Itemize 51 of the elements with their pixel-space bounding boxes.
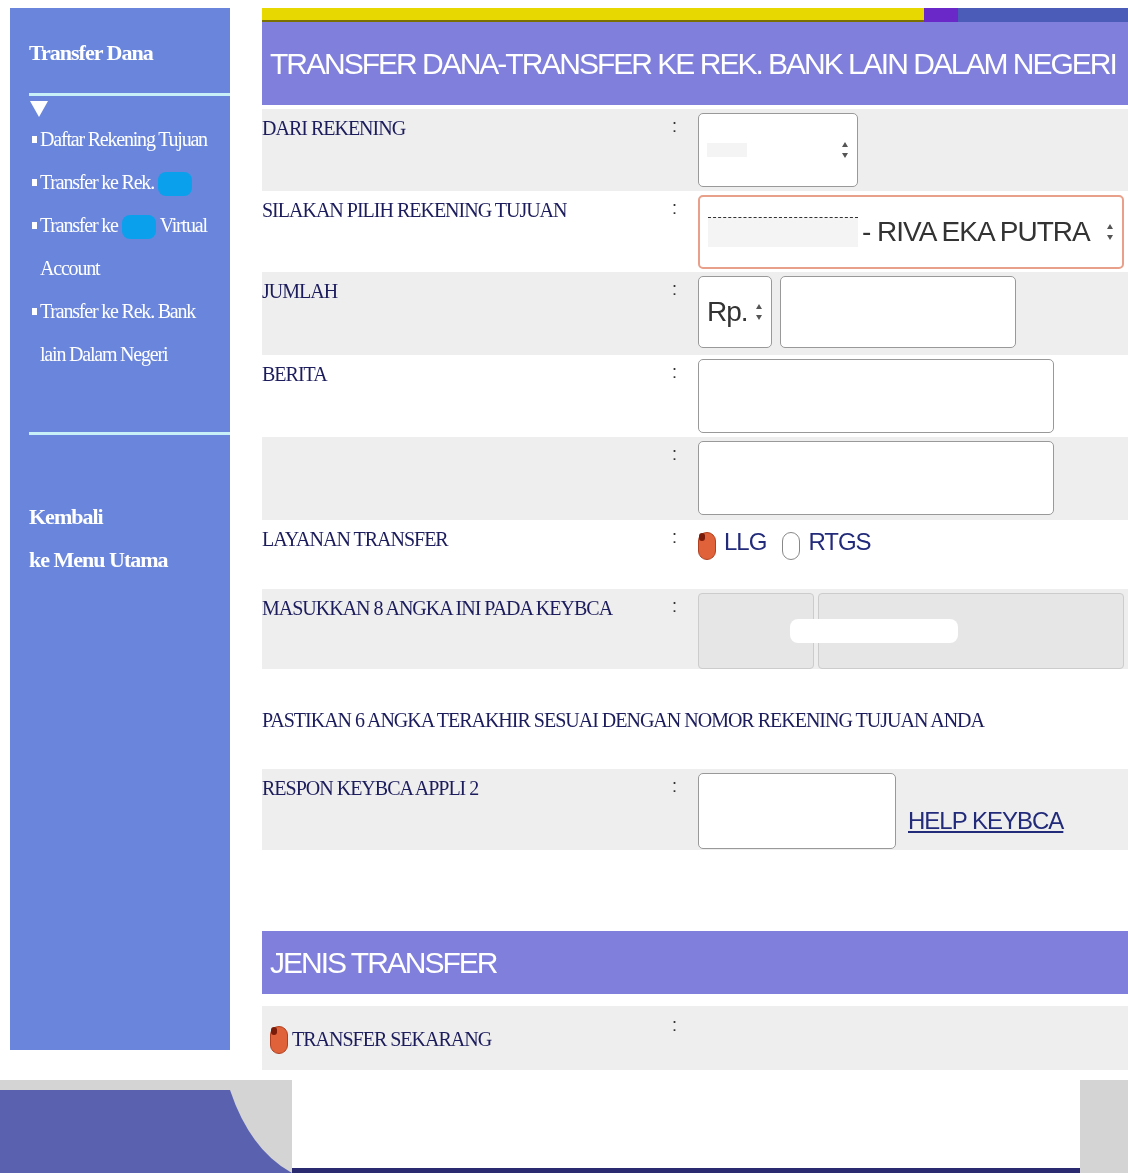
sidebar-link[interactable]: Transfer ke Rek. Bank lain Dalam Negeri bbox=[40, 290, 218, 376]
destination-select[interactable]: - RIVA EKA PUTRA bbox=[698, 194, 1124, 269]
bullet-icon bbox=[32, 136, 37, 143]
colon: : bbox=[672, 1014, 677, 1038]
colon: : bbox=[672, 115, 678, 139]
sidebar-link[interactable]: Transfer ke Rek. bbox=[40, 161, 196, 204]
stepper-arrows-icon bbox=[755, 303, 763, 322]
sidebar-link[interactable]: Transfer ke Virtual Account bbox=[40, 204, 218, 290]
stepper-arrows-icon bbox=[841, 141, 849, 160]
colon: : bbox=[672, 525, 678, 549]
bullet-icon bbox=[32, 179, 37, 186]
form-label: BERITA bbox=[262, 362, 327, 385]
message-field[interactable] bbox=[698, 358, 1054, 433]
redaction-mark bbox=[121, 215, 156, 240]
form-label: RESPON KEYBCA APPLI 2 bbox=[262, 776, 479, 799]
bullet-icon bbox=[32, 308, 37, 315]
radio-button[interactable] bbox=[698, 531, 716, 560]
top-bar-accent bbox=[924, 8, 958, 22]
colon: : bbox=[672, 278, 678, 302]
colon: : bbox=[672, 774, 678, 798]
radio-button[interactable] bbox=[270, 1026, 288, 1055]
message-field[interactable] bbox=[698, 441, 1054, 516]
form-label: DARI REKENING bbox=[262, 117, 406, 140]
help-keybca-link[interactable]: HELP KEYBCA bbox=[908, 802, 1064, 839]
account-select[interactable] bbox=[698, 113, 858, 188]
redaction-mark bbox=[157, 172, 192, 197]
form-label: SILAKAN PILIH REKENING TUJUAN bbox=[262, 198, 567, 221]
sidebar-link[interactable]: Daftar Rekening Tujuan bbox=[40, 118, 207, 161]
collapse-triangle-icon[interactable] bbox=[29, 100, 49, 118]
radio-button[interactable] bbox=[782, 531, 801, 560]
form-label: MASUKKAN 8 ANGKA INI PADA KEYBCA bbox=[262, 597, 613, 620]
sidebar-title: Transfer Dana bbox=[29, 39, 155, 67]
select-value: - RIVA EKA PUTRA bbox=[862, 214, 1090, 249]
response-field[interactable] bbox=[698, 772, 896, 849]
amount-field[interactable] bbox=[780, 276, 1016, 349]
page-header: TRANSFER DANA-TRANSFER KE REK. BANK LAIN DALAM NEGERI bbox=[262, 21, 1128, 106]
colon: : bbox=[672, 360, 678, 384]
stepper-arrows-icon bbox=[1106, 222, 1114, 241]
radio-label: TRANSFER SEKARANG bbox=[292, 1027, 492, 1053]
form-label: LAYANAN TRANSFER bbox=[262, 527, 448, 550]
back-to-main-menu-link[interactable]: Kembali ke Menu Utama bbox=[29, 495, 230, 581]
form-label: JUMLAH bbox=[262, 280, 338, 303]
radio-label: LLG bbox=[724, 526, 767, 557]
section-header: JENIS TRANSFER bbox=[262, 930, 1128, 995]
colon: : bbox=[672, 196, 678, 220]
bullet-icon bbox=[32, 222, 37, 229]
currency-select[interactable]: Rp. bbox=[698, 276, 772, 349]
form-label: PASTIKAN 6 ANGKA TERAKHIR SESUAI DENGAN NOMOR REKENING TUJUAN ANDA bbox=[262, 708, 984, 734]
radio-label: RTGS bbox=[808, 526, 871, 557]
colon: : bbox=[672, 595, 678, 619]
colon: : bbox=[672, 443, 678, 467]
